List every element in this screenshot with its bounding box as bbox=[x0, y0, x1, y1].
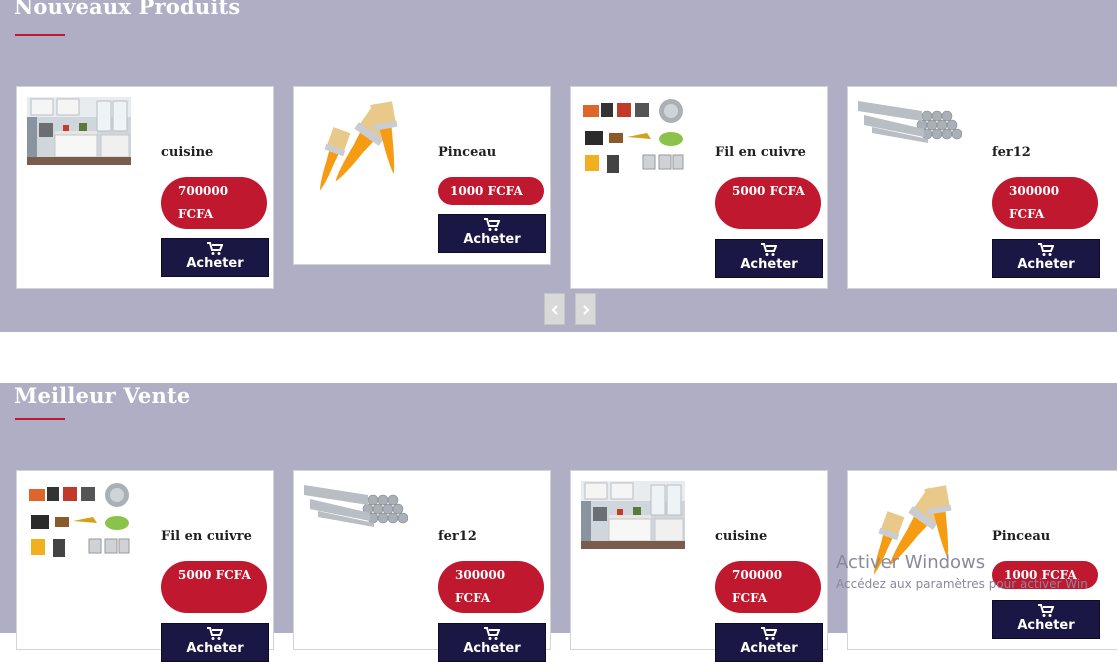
steel-rebar-image[interactable] bbox=[304, 481, 408, 529]
chevron-right-icon bbox=[582, 300, 590, 319]
buy-button[interactable]: Acheter bbox=[992, 600, 1100, 639]
cart-icon bbox=[993, 243, 1099, 257]
product-card[interactable]: Pinceau 1000 FCFA Acheter bbox=[847, 470, 1117, 650]
product-card[interactable]: cuisine 700000 FCFA Acheter bbox=[16, 86, 274, 289]
title-underline bbox=[15, 418, 65, 420]
buy-button-label: Acheter bbox=[186, 256, 244, 271]
product-card[interactable]: fer12 300000 FCFA Acheter bbox=[847, 86, 1117, 289]
cart-icon bbox=[439, 218, 545, 232]
buy-button-label: Acheter bbox=[463, 641, 521, 656]
product-name[interactable]: Pinceau bbox=[438, 145, 496, 160]
price-badge: 700000 FCFA bbox=[715, 561, 821, 613]
cart-icon bbox=[162, 242, 268, 256]
price-badge: 5000 FCFA bbox=[715, 177, 821, 229]
price-badge: 5000 FCFA bbox=[161, 561, 267, 613]
buy-button[interactable]: Acheter bbox=[992, 239, 1100, 278]
product-name[interactable]: fer12 bbox=[992, 145, 1031, 160]
price-badge: 300000 FCFA bbox=[438, 561, 544, 613]
product-name[interactable]: Fil en cuivre bbox=[715, 145, 806, 160]
cart-icon bbox=[162, 627, 268, 641]
product-card[interactable]: Pinceau 1000 FCFA Acheter bbox=[293, 86, 551, 265]
paintbrush-image[interactable] bbox=[304, 95, 408, 199]
price-badge: 1000 FCFA bbox=[992, 561, 1098, 589]
best-sellers-section: Meilleur Vente Fil en cuivre 5000 FCFA A… bbox=[0, 383, 1117, 662]
section-title: Meilleur Vente bbox=[14, 383, 191, 408]
title-underline bbox=[15, 34, 65, 36]
buy-button-label: Acheter bbox=[463, 232, 521, 247]
product-card[interactable]: cuisine 700000 FCFA Acheter bbox=[570, 470, 828, 662]
buy-button-label: Acheter bbox=[1017, 257, 1075, 272]
product-name[interactable]: Pinceau bbox=[992, 529, 1050, 544]
cart-icon bbox=[439, 627, 545, 641]
chevron-left-icon bbox=[551, 300, 559, 319]
section-title: Nouveaux Produits bbox=[14, 0, 241, 19]
product-name[interactable]: cuisine bbox=[715, 529, 767, 544]
product-name[interactable]: cuisine bbox=[161, 145, 213, 160]
price-badge: 300000 FCFA bbox=[992, 177, 1098, 229]
electrical-tools-image[interactable] bbox=[581, 97, 685, 177]
product-name[interactable]: fer12 bbox=[438, 529, 477, 544]
product-card[interactable]: Fil en cuivre 5000 FCFA Acheter bbox=[570, 86, 828, 289]
carousel-prev-button[interactable] bbox=[544, 293, 565, 325]
buy-button[interactable]: Acheter bbox=[161, 623, 269, 662]
buy-button[interactable]: Acheter bbox=[715, 623, 823, 662]
cart-icon bbox=[993, 604, 1099, 618]
cart-icon bbox=[716, 627, 822, 641]
steel-rebar-image[interactable] bbox=[858, 97, 962, 145]
product-card[interactable]: Fil en cuivre 5000 FCFA Acheter bbox=[16, 470, 274, 662]
buy-button[interactable]: Acheter bbox=[161, 238, 269, 277]
buy-button[interactable]: Acheter bbox=[438, 214, 546, 253]
paintbrush-image[interactable] bbox=[858, 479, 962, 583]
buy-button[interactable]: Acheter bbox=[438, 623, 546, 662]
kitchen-image[interactable] bbox=[27, 97, 131, 165]
buy-button-label: Acheter bbox=[1017, 618, 1075, 633]
buy-button-label: Acheter bbox=[186, 641, 244, 656]
price-badge: 1000 FCFA bbox=[438, 177, 544, 205]
electrical-tools-image[interactable] bbox=[27, 481, 131, 561]
kitchen-image[interactable] bbox=[581, 481, 685, 549]
product-name[interactable]: Fil en cuivre bbox=[161, 529, 252, 544]
cart-icon bbox=[716, 243, 822, 257]
new-products-section: Nouveaux Produits cuisine 700000 FCFA Ac… bbox=[0, 0, 1117, 332]
buy-button[interactable]: Acheter bbox=[715, 239, 823, 278]
buy-button-label: Acheter bbox=[740, 257, 798, 272]
product-card[interactable]: fer12 300000 FCFA Acheter bbox=[293, 470, 551, 662]
price-badge: 700000 FCFA bbox=[161, 177, 267, 229]
buy-button-label: Acheter bbox=[740, 641, 798, 656]
carousel-next-button[interactable] bbox=[575, 293, 596, 325]
